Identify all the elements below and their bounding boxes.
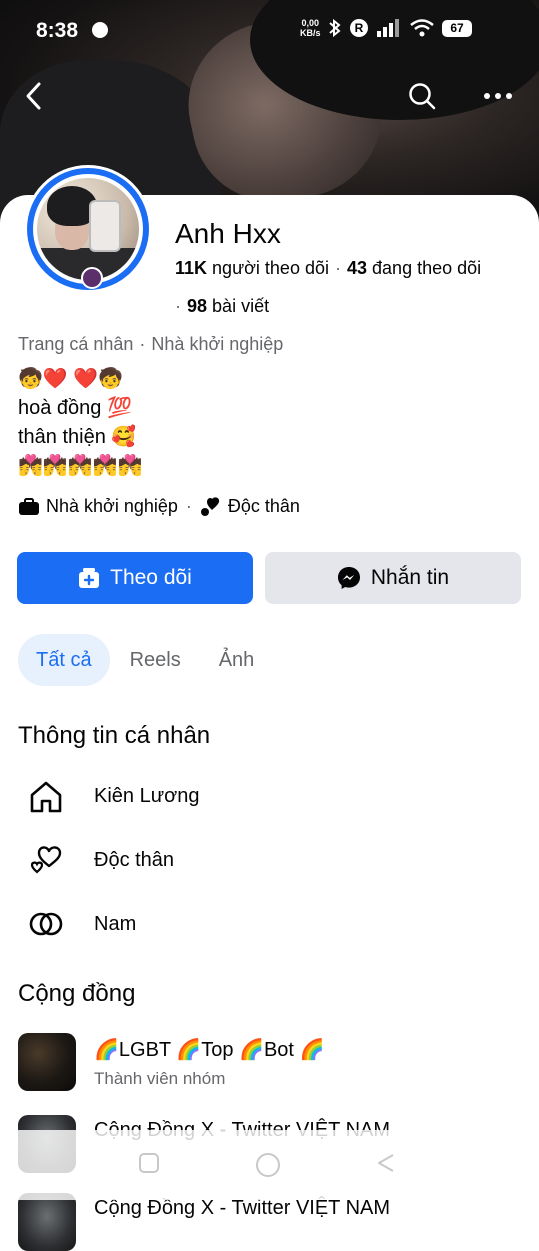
- separator-dot: ·: [175, 296, 181, 316]
- personal-info-title: Thông tin cá nhân: [18, 722, 211, 749]
- bio-line: thân thiện 🥰: [18, 426, 137, 448]
- tab-reels[interactable]: Reels: [112, 634, 199, 686]
- r-badge-icon: R: [350, 19, 368, 37]
- battery-icon: 67: [442, 19, 472, 37]
- profile-tabs: Tất cả Reels Ảnh: [18, 634, 274, 686]
- back-button[interactable]: [14, 76, 54, 116]
- back-nav-icon[interactable]: [375, 1152, 397, 1174]
- home-icon: [28, 778, 64, 814]
- info-gender-text: Nam: [94, 912, 137, 935]
- followers-link[interactable]: 11K người theo dõi: [175, 258, 329, 278]
- network-speed: 0,00 KB/s: [300, 18, 321, 38]
- info-hometown-text: Kiên Lương: [94, 784, 200, 807]
- wifi-icon: [410, 19, 434, 37]
- followers-label: người theo dõi: [212, 258, 329, 278]
- info-row-relationship[interactable]: Độc thân: [28, 840, 174, 880]
- bio-line: hoà đồng 💯: [18, 397, 132, 419]
- followers-count: 11K: [175, 258, 208, 278]
- info-row-hometown[interactable]: Kiên Lương: [28, 776, 199, 816]
- search-button[interactable]: [402, 76, 442, 116]
- posts-label: bài viết: [212, 296, 270, 316]
- posts-count: 98: [187, 296, 208, 316]
- separator-dot: ·: [139, 334, 146, 354]
- category-occupation: Nhà khởi nghiệp: [151, 334, 284, 354]
- gender-icon: [28, 906, 64, 942]
- group-thumbnail: [18, 1193, 76, 1251]
- category-page-type: Trang cá nhân: [18, 334, 134, 354]
- profile-stats-row: 11K người theo dõi · 43 đang theo dõi: [175, 258, 481, 279]
- status-bar: 8:38 0,00 KB/s R 67: [0, 0, 539, 62]
- info-relationship-text: Độc thân: [94, 848, 175, 871]
- signal-icon: [377, 19, 399, 37]
- more-options-button[interactable]: [478, 76, 518, 116]
- message-button[interactable]: Nhắn tin: [265, 552, 521, 604]
- bio-line: 🧒❤️ ❤️🧒: [18, 368, 124, 390]
- profile-badge-icon: [81, 267, 103, 289]
- profile-category: Trang cá nhân · Nhà khởi nghiệp: [18, 334, 283, 355]
- tag-relationship: Độc thân: [227, 496, 300, 516]
- profile-tags: Nhà khởi nghiệp · Độc thân: [18, 496, 300, 517]
- follow-button-label: Theo dõi: [110, 566, 192, 589]
- status-time: 8:38: [36, 19, 79, 42]
- bluetooth-icon: [329, 18, 341, 38]
- group-membership: Thành viên nhóm: [94, 1069, 226, 1088]
- messenger-notification-icon: [92, 22, 108, 38]
- bio-line: 💏💏💏💏💏: [18, 455, 143, 477]
- avatar-photo: [37, 178, 139, 280]
- system-nav-bar: [0, 1130, 539, 1200]
- profile-avatar[interactable]: [24, 165, 152, 293]
- home-nav-icon[interactable]: [255, 1152, 281, 1178]
- following-label: đang theo dõi: [372, 258, 482, 278]
- separator-dot: ·: [185, 496, 192, 516]
- profile-name: Anh Hxx: [175, 218, 281, 249]
- recent-apps-icon[interactable]: [138, 1152, 160, 1174]
- info-row-gender[interactable]: Nam: [28, 904, 136, 944]
- system-icons: R 67: [328, 18, 472, 38]
- separator-dot: ·: [334, 258, 341, 278]
- more-horizontal-icon: [484, 93, 512, 99]
- hearts-icon: [200, 496, 220, 516]
- posts-stats-row: · 98 bài viết: [175, 296, 269, 317]
- hearts-icon: [28, 842, 64, 878]
- following-count: 43: [346, 258, 368, 278]
- message-button-label: Nhắn tin: [370, 566, 450, 589]
- follow-plus-icon: [79, 568, 100, 588]
- profile-bio: 🧒❤️ ❤️🧒 hoà đồng 💯 thân thiện 🥰 💏💏💏💏💏: [18, 365, 143, 481]
- group-name: Cộng Đồng X - Twitter VIỆT NAM: [94, 1197, 391, 1219]
- community-title: Cộng đồng: [18, 980, 136, 1007]
- group-thumbnail: [18, 1033, 76, 1091]
- group-name: 🌈LGBT 🌈Top 🌈Bot 🌈: [94, 1039, 325, 1061]
- follow-button[interactable]: Theo dõi: [17, 552, 253, 604]
- tag-occupation: Nhà khởi nghiệp: [46, 496, 178, 516]
- messenger-icon: [337, 567, 360, 589]
- search-icon: [409, 83, 436, 110]
- following-link[interactable]: 43 đang theo dõi: [347, 258, 481, 278]
- chevron-left-icon: [26, 82, 41, 110]
- tab-all[interactable]: Tất cả: [18, 634, 110, 686]
- tab-photos[interactable]: Ảnh: [201, 634, 273, 686]
- network-speed-unit: KB/s: [300, 28, 321, 38]
- network-speed-value: 0,00: [301, 18, 320, 28]
- avatar-phone-shape: [89, 200, 121, 252]
- briefcase-icon: [19, 497, 39, 515]
